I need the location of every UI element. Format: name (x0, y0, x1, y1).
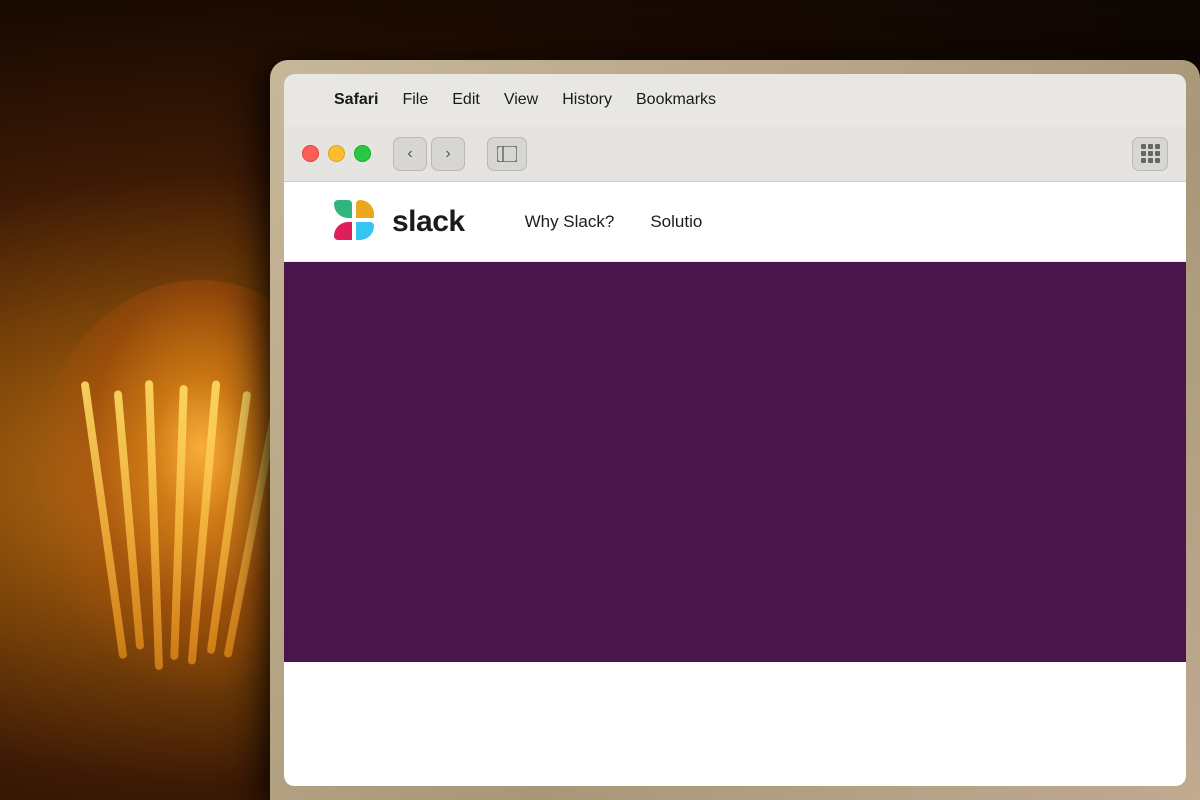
menu-item-safari[interactable]: Safari (322, 87, 390, 113)
macos-menubar: Safari File Edit View History Bookmarks (284, 74, 1186, 126)
slack-logo[interactable]: slack (334, 200, 465, 244)
grid-icon (1141, 144, 1160, 163)
menu-item-bookmarks[interactable]: Bookmarks (624, 87, 728, 113)
close-button[interactable] (302, 145, 319, 162)
safari-toolbar: ‹ › (284, 126, 1186, 182)
slack-icon-seg-tl (334, 200, 352, 218)
slack-icon-seg-bl (334, 222, 352, 240)
maximize-button[interactable] (354, 145, 371, 162)
nav-buttons: ‹ › (393, 137, 465, 171)
minimize-button[interactable] (328, 145, 345, 162)
menu-item-edit[interactable]: Edit (440, 87, 492, 113)
slack-nav-links: Why Slack? Solutio (525, 212, 703, 232)
slack-navbar: slack Why Slack? Solutio (284, 182, 1186, 262)
menu-item-view[interactable]: View (492, 87, 550, 113)
sidebar-toggle-button[interactable] (487, 137, 527, 171)
slack-icon-seg-tr (356, 200, 374, 218)
slack-icon-seg-br (356, 222, 374, 240)
forward-icon: › (445, 145, 450, 163)
forward-button[interactable]: › (431, 137, 465, 171)
screen-bezel: Safari File Edit View History Bookmarks … (284, 74, 1186, 786)
menu-item-file[interactable]: File (390, 87, 440, 113)
traffic-lights (302, 145, 371, 162)
back-icon: ‹ (407, 145, 412, 163)
menu-item-history[interactable]: History (550, 87, 624, 113)
sidebar-icon (497, 146, 517, 162)
slack-logo-icon (334, 200, 378, 244)
nav-link-solutions[interactable]: Solutio (650, 212, 702, 232)
lamp-filaments (80, 380, 280, 680)
filament-4 (170, 385, 188, 660)
filament-3 (145, 380, 163, 670)
nav-link-why-slack[interactable]: Why Slack? (525, 212, 615, 232)
browser-content: slack Why Slack? Solutio (284, 182, 1186, 786)
back-button[interactable]: ‹ (393, 137, 427, 171)
slack-hero-section (284, 262, 1186, 662)
grid-view-button[interactable] (1132, 137, 1168, 171)
laptop-frame: Safari File Edit View History Bookmarks … (270, 60, 1200, 800)
slack-wordmark: slack (392, 205, 465, 239)
